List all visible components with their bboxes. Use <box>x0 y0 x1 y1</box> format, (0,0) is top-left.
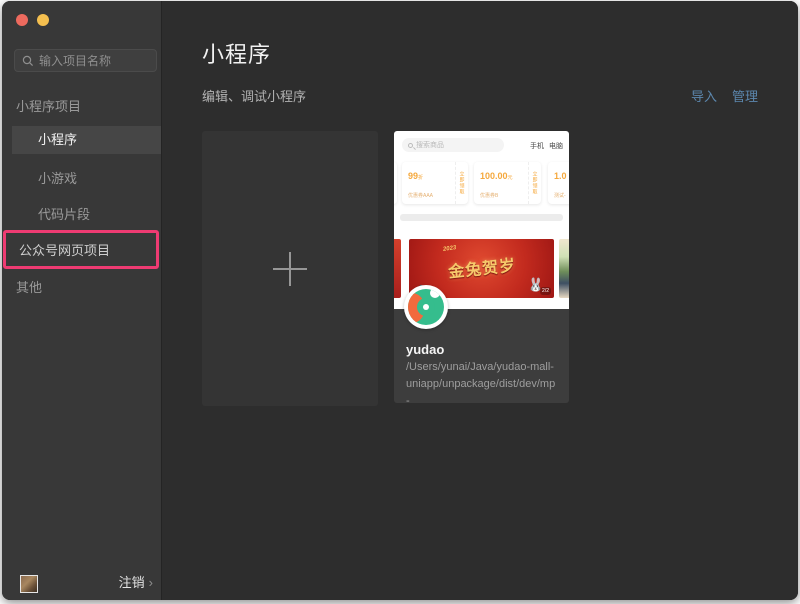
coupon-unit: 折 <box>418 175 424 181</box>
coupon-card-partial: 1.0 测试- <box>548 162 569 204</box>
thumbnail-scroll-bar <box>400 214 563 221</box>
page-subtitle: 编辑、调试小程序 <box>202 89 307 104</box>
search-icon <box>22 55 34 66</box>
search-placeholder: 输入项目名称 <box>39 54 112 68</box>
new-project-card[interactable] <box>202 131 378 406</box>
logout-label: 注销 <box>118 575 145 590</box>
coupon-card-partial <box>394 162 397 204</box>
coupon-card: 99折 优惠券AAA 立即领取 <box>402 162 468 204</box>
coupon-action: 立即领取 <box>531 171 538 195</box>
sidebar-section-miniprogram-project: 小程序项目 <box>16 99 82 114</box>
thumbnail-nav: 手机 电脑 <box>530 141 563 151</box>
project-app-icon <box>404 285 448 329</box>
coupon-value: 1.0 <box>554 171 567 181</box>
coupon-unit: 元 <box>507 175 513 181</box>
sidebar-item-minigame[interactable]: 小游戏 <box>38 168 77 187</box>
window-controls <box>16 14 49 26</box>
import-button[interactable]: 导入 <box>691 86 717 105</box>
project-name: yudao <box>406 342 445 357</box>
coupon-name: 优惠券AAA <box>408 193 434 199</box>
banner-year: 2023 <box>442 245 457 253</box>
banner-page-indicator: 2/2 <box>540 287 551 295</box>
devtools-project-window: 输入项目名称 小程序项目 小程序 小游戏 代码片段 公众号网页项目 其他 注销 ›… <box>2 1 798 600</box>
coupon-name: 测试- <box>554 193 566 199</box>
sidebar-item-label: 公众号网页项目 <box>19 243 111 258</box>
page-title: 小程序 <box>202 42 272 67</box>
minimize-window-button[interactable] <box>37 14 49 26</box>
sidebar-item-miniprogram[interactable]: 小程序 <box>12 126 161 154</box>
sidebar-item-official-account-webpage[interactable]: 公众号网页项目 <box>3 230 159 269</box>
yudao-logo-icon <box>408 289 444 325</box>
logout-button[interactable]: 注销 › <box>119 572 153 591</box>
coupon-value: 99 <box>408 171 419 181</box>
banner-title: 金兔贺岁 <box>447 257 517 282</box>
thumbnail-coupon-row: 99折 优惠券AAA 立即领取 100.00元 优惠券B 立即领取 1.0 测试… <box>394 162 569 206</box>
coupon-value: 100.00 <box>480 171 508 181</box>
project-thumbnail: 搜索商品 手机 电脑 99折 优惠券AAA 立即领取 100.00元 优惠券B … <box>394 131 569 309</box>
thumbnail-nav-phone: 手机 <box>530 143 544 150</box>
chevron-right-icon: › <box>148 575 153 590</box>
main-panel: 小程序 编辑、调试小程序 导入 管理 搜索商品 手机 电脑 99折 优惠券AAA… <box>163 1 798 600</box>
plus-icon <box>273 251 307 286</box>
sidebar: 输入项目名称 小程序项目 小程序 小游戏 代码片段 公众号网页项目 其他 注销 › <box>2 1 162 600</box>
sidebar-item-other[interactable]: 其他 <box>16 277 42 296</box>
project-search-input[interactable]: 输入项目名称 <box>14 49 157 72</box>
sidebar-item-code-snippet[interactable]: 代码片段 <box>38 204 90 223</box>
thumbnail-search-bar: 搜索商品 <box>402 138 504 152</box>
project-card-yudao[interactable]: 搜索商品 手机 电脑 99折 优惠券AAA 立即领取 100.00元 优惠券B … <box>394 131 569 407</box>
banner-partial-left <box>394 239 401 298</box>
header-actions: 导入 管理 <box>691 86 758 105</box>
coupon-card: 100.00元 优惠券B 立即领取 <box>474 162 541 204</box>
manage-button[interactable]: 管理 <box>732 86 758 105</box>
thumbnail-search-placeholder: 搜索商品 <box>416 142 444 149</box>
banner-partial-right <box>559 239 569 298</box>
search-icon <box>408 142 413 148</box>
thumbnail-nav-computer: 电脑 <box>549 143 563 150</box>
coupon-name: 优惠券B <box>480 193 499 199</box>
coupon-action: 立即领取 <box>458 171 465 195</box>
project-path: /Users/yunai/Java/yudao-mall-uniapp/unpa… <box>406 361 556 407</box>
close-window-button[interactable] <box>16 14 28 26</box>
user-avatar[interactable] <box>20 575 38 593</box>
